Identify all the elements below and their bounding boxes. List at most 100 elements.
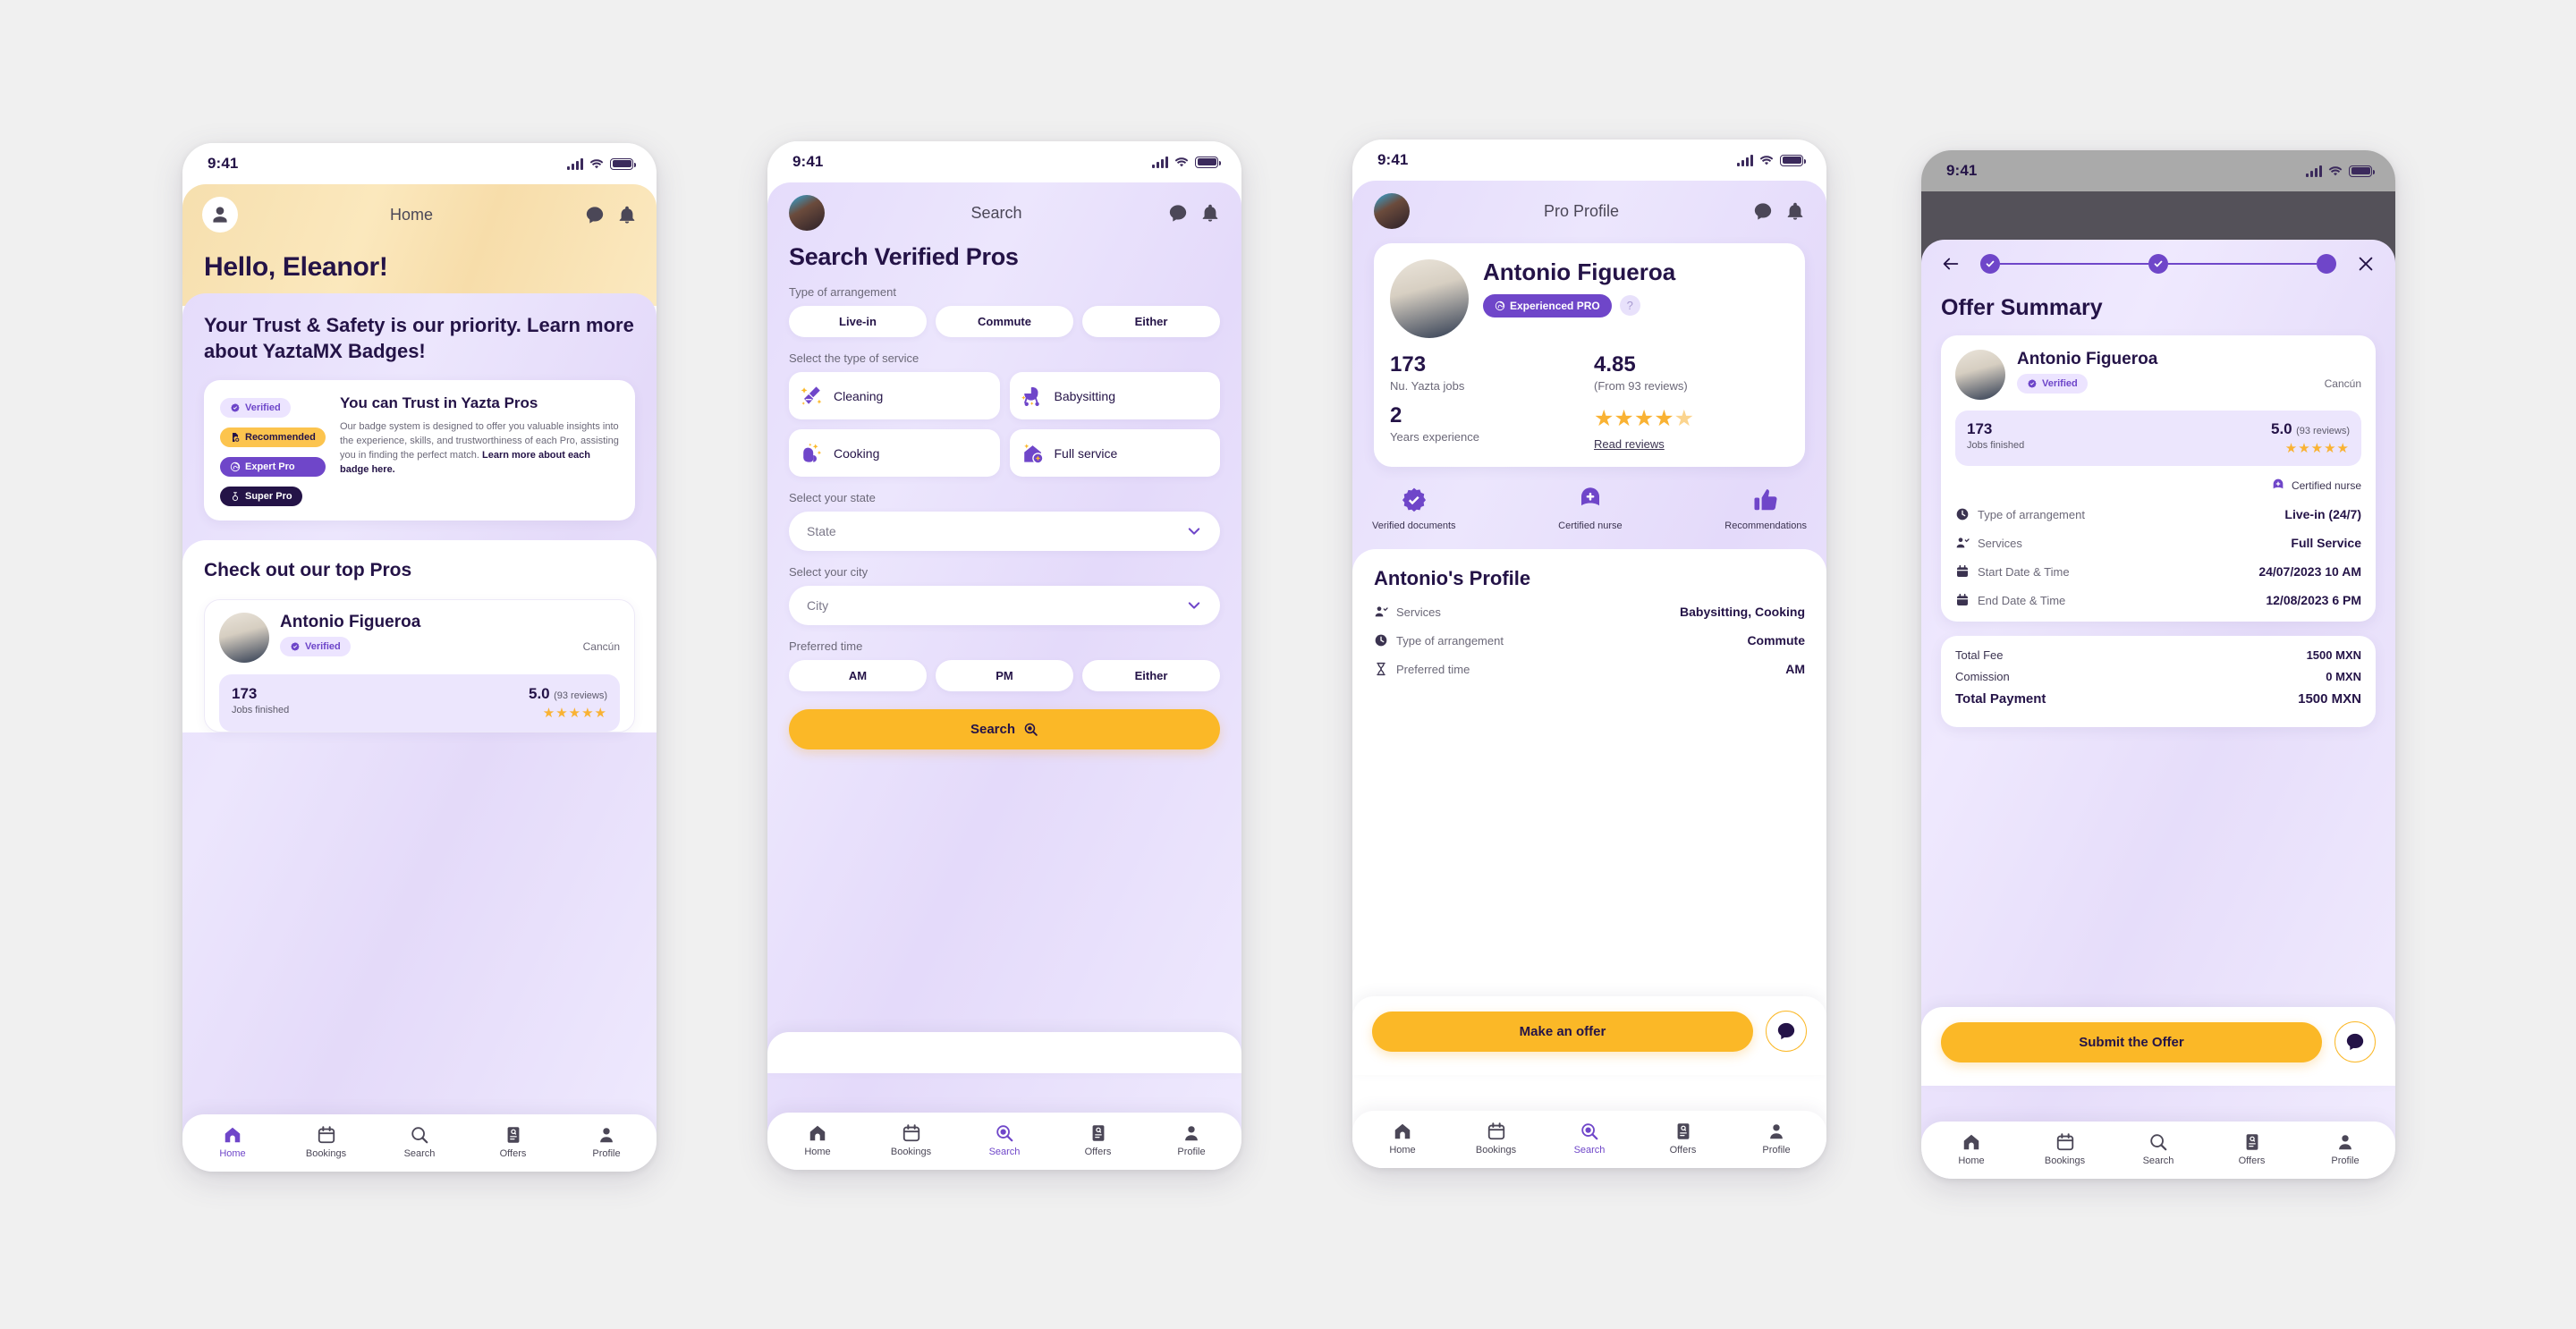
nav-item-offers[interactable]: Offers xyxy=(1649,1122,1717,1155)
nav-label: Bookings xyxy=(305,1148,347,1159)
arrangement-option-livein[interactable]: Live-in xyxy=(789,306,927,337)
certified-nurse-label: Certified nurse xyxy=(2291,479,2361,492)
close-icon[interactable] xyxy=(2356,254,2376,274)
wifi-icon xyxy=(2328,165,2343,175)
home-body: Your Trust & Safety is our priority. Lea… xyxy=(182,293,657,1172)
arrangement-option-either[interactable]: Either xyxy=(1082,306,1220,337)
search-button[interactable]: Search xyxy=(789,709,1220,749)
nav-item-home[interactable]: Home xyxy=(199,1125,267,1159)
nav-item-profile[interactable]: Profile xyxy=(572,1125,640,1159)
nav-label: Offers xyxy=(1669,1145,1697,1155)
city-select-value: City xyxy=(807,598,829,613)
nav-item-bookings[interactable]: Bookings xyxy=(877,1123,945,1157)
bottom-nav: Home Bookings Search Offers Profile xyxy=(182,1114,657,1172)
trust-badge-recommendations[interactable]: Recommendations xyxy=(1724,487,1807,531)
pro-rating-value: 5.0 xyxy=(529,685,550,703)
home-icon xyxy=(1963,1134,1979,1150)
nav-label: Profile xyxy=(2331,1155,2360,1166)
services-icon xyxy=(1375,606,1388,617)
pro-card-meta: Antonio Figueroa Verified Cancún xyxy=(280,613,620,657)
nav-item-home[interactable]: Home xyxy=(1937,1132,2005,1166)
pro-summary-card: Antonio Figueroa Experienced PRO ? 173 N… xyxy=(1374,243,1805,467)
nav-item-search[interactable]: Search xyxy=(970,1123,1038,1157)
verified-badge-icon xyxy=(231,403,240,412)
read-reviews-link[interactable]: Read reviews xyxy=(1594,437,1789,451)
help-icon[interactable]: ? xyxy=(1619,295,1640,317)
nav-item-offers[interactable]: Offers xyxy=(479,1125,547,1159)
total-row-commission: Comission 0 MXN xyxy=(1955,670,2361,683)
pro-rating-row: 5.0 (93 reviews) xyxy=(529,685,607,703)
back-arrow-icon[interactable] xyxy=(1941,254,1961,274)
pro-reviews-label: (From 93 reviews) xyxy=(1594,379,1688,393)
service-option-cooking[interactable]: Cooking xyxy=(789,429,1000,477)
nav-item-bookings[interactable]: Bookings xyxy=(1462,1122,1530,1155)
nurse-cap-icon xyxy=(1580,487,1599,506)
submit-offer-button[interactable]: Submit the Offer xyxy=(1941,1021,2322,1062)
time-option-either[interactable]: Either xyxy=(1082,660,1220,691)
nav-item-offers[interactable]: Offers xyxy=(1064,1123,1132,1157)
detail-label-group: Services xyxy=(1955,536,2022,550)
bell-icon[interactable] xyxy=(1785,201,1805,222)
badge-chip-super-pro[interactable]: Super Pro xyxy=(220,487,302,507)
avatar[interactable] xyxy=(202,197,238,233)
badge-chip-expert-pro[interactable]: Expert Pro xyxy=(220,457,326,478)
pro-jobs-label: Jobs finished xyxy=(1967,440,2025,451)
arrangement-option-commute[interactable]: Commute xyxy=(936,306,1073,337)
check-icon xyxy=(2154,260,2163,267)
nav-item-bookings[interactable]: Bookings xyxy=(292,1125,360,1159)
chat-fab-button[interactable] xyxy=(1766,1011,1807,1052)
nav-item-home[interactable]: Home xyxy=(784,1123,852,1157)
nav-item-profile[interactable]: Profile xyxy=(1157,1123,1225,1157)
trust-badge-verified-documents[interactable]: Verified documents xyxy=(1372,487,1456,531)
status-icons xyxy=(1152,156,1221,168)
pro-card-top: Antonio Figueroa Verified Cancún xyxy=(219,613,620,664)
chat-icon[interactable] xyxy=(1753,201,1773,222)
search-screen: Search Search Verified Pros Type of arra… xyxy=(767,182,1241,1170)
bell-icon[interactable] xyxy=(617,205,637,225)
pro-jobs-stat: 173 Jobs finished xyxy=(232,685,289,715)
nav-item-offers[interactable]: Offers xyxy=(2218,1132,2286,1166)
service-option-full-service[interactable]: Full service xyxy=(1009,429,1220,477)
make-offer-label: Make an offer xyxy=(1519,1023,1606,1039)
pro-stars-full: ★★★★ xyxy=(1594,406,1674,431)
chat-icon[interactable] xyxy=(1168,203,1188,224)
time-option-pm[interactable]: PM xyxy=(936,660,1073,691)
nav-item-search[interactable]: Search xyxy=(1555,1122,1623,1155)
nav-item-search[interactable]: Search xyxy=(2124,1132,2192,1166)
avatar[interactable] xyxy=(1374,193,1410,229)
time-option-am[interactable]: AM xyxy=(789,660,927,691)
chat-fab-button[interactable] xyxy=(2334,1021,2376,1062)
nav-item-search[interactable]: Search xyxy=(386,1125,453,1159)
battery-icon xyxy=(610,157,636,170)
phone-search: 9:41 Search Search Verified Pros Type of… xyxy=(767,141,1241,1170)
top-pros-title: Check out our top Pros xyxy=(204,560,412,581)
nav-item-profile[interactable]: Profile xyxy=(2311,1132,2379,1166)
calendar-icon xyxy=(1957,593,1968,605)
arrangement-label: Type of arrangement xyxy=(789,285,896,299)
nav-item-profile[interactable]: Profile xyxy=(1742,1122,1810,1155)
person-icon xyxy=(1770,1124,1783,1139)
battery-icon xyxy=(2349,165,2375,177)
service-option-cleaning[interactable]: Cleaning xyxy=(789,372,1000,419)
total-value: 0 MXN xyxy=(2326,670,2361,683)
city-select[interactable]: City xyxy=(789,586,1220,625)
bell-icon[interactable] xyxy=(1200,203,1220,224)
make-offer-button[interactable]: Make an offer xyxy=(1372,1011,1753,1052)
pro-card[interactable]: Antonio Figueroa Verified Cancún 173 Job… xyxy=(204,599,635,733)
nav-item-bookings[interactable]: Bookings xyxy=(2031,1132,2099,1166)
pro-name: Antonio Figueroa xyxy=(280,613,421,632)
avatar[interactable] xyxy=(789,195,825,231)
page-title: Home xyxy=(389,205,433,224)
verified-label: Verified xyxy=(2042,378,2078,389)
service-option-babysitting[interactable]: Babysitting xyxy=(1009,372,1220,419)
pro-name: Antonio Figueroa xyxy=(2017,350,2158,368)
nav-label: Bookings xyxy=(890,1147,932,1157)
detail-value: AM xyxy=(1785,662,1805,676)
chat-icon[interactable] xyxy=(585,205,605,225)
badge-chip-recommended[interactable]: Recommended xyxy=(220,427,326,448)
wifi-icon xyxy=(1174,157,1189,166)
nav-item-home[interactable]: Home xyxy=(1368,1122,1436,1155)
trust-badge-certified-nurse[interactable]: Certified nurse xyxy=(1558,487,1623,531)
badge-chip-verified[interactable]: Verified xyxy=(220,398,291,419)
state-select[interactable]: State xyxy=(789,512,1220,551)
